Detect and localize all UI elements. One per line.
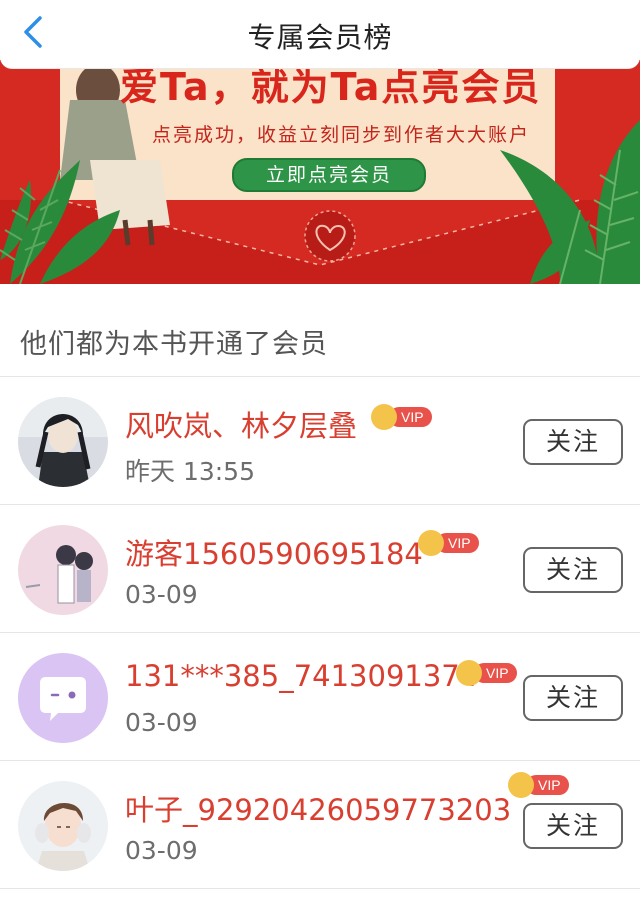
list-item: 风吹岚、林夕层叠 VIP 昨天 13:55 关注 [0, 377, 640, 505]
crown-icon [508, 772, 534, 798]
vip-badge: VIP [371, 404, 432, 430]
member-time: 03-09 [125, 836, 198, 865]
crown-icon [456, 660, 482, 686]
member-name[interactable]: 叶子_92920426059773203 [125, 787, 511, 829]
boy-headphones-avatar-icon [18, 781, 108, 871]
promo-banner[interactable]: 爱Ta，就为Ta点亮会员 点亮成功，收益立刻同步到作者大大账户 立即点亮会员 [0, 60, 640, 284]
anime-boy-avatar-icon [18, 397, 108, 487]
follow-button[interactable]: 关注 [523, 547, 623, 593]
member-time: 昨天 13:55 [125, 457, 255, 486]
chat-bubble-avatar-icon [18, 653, 108, 743]
vip-badge: VIP [508, 772, 569, 798]
member-name[interactable]: 风吹岚、林夕层叠 [125, 403, 357, 445]
follow-button[interactable]: 关注 [523, 675, 623, 721]
follow-button[interactable]: 关注 [523, 803, 623, 849]
crown-icon [371, 404, 397, 430]
anime-couple-avatar-icon [18, 525, 108, 615]
list-item: 叶子_92920426059773203 VIP 03-09 关注 [0, 761, 640, 889]
follow-button[interactable]: 关注 [523, 419, 623, 465]
member-name[interactable]: 131***385_7413091374 [125, 659, 478, 693]
avatar[interactable] [18, 397, 108, 487]
member-time: 03-09 [125, 580, 198, 609]
vip-badge: VIP [418, 530, 479, 556]
page-title: 专属会员榜 [247, 21, 393, 54]
banner-subtitle: 点亮成功，收益立刻同步到作者大大账户 [152, 124, 531, 146]
list-item: 131***385_7413091374 VIP 03-09 关注 [0, 633, 640, 761]
member-time: 03-09 [125, 708, 198, 737]
top-nav-bar: 专属会员榜 [0, 0, 640, 69]
avatar[interactable] [18, 781, 108, 871]
vip-badge: VIP [456, 660, 517, 686]
crown-icon [418, 530, 444, 556]
avatar[interactable] [18, 653, 108, 743]
list-item: 游客1560590695184 VIP 03-09 关注 [0, 505, 640, 633]
light-up-membership-button[interactable]: 立即点亮会员 [232, 158, 426, 192]
member-list: 风吹岚、林夕层叠 VIP 昨天 13:55 关注 游客1560590695184… [0, 377, 640, 889]
member-name[interactable]: 游客1560590695184 [125, 531, 423, 573]
app-root: 爱Ta，就为Ta点亮会员 点亮成功，收益立刻同步到作者大大账户 立即点亮会员 专… [0, 0, 640, 901]
avatar[interactable] [18, 525, 108, 615]
section-title: 他们都为本书开通了会员 [20, 329, 328, 360]
